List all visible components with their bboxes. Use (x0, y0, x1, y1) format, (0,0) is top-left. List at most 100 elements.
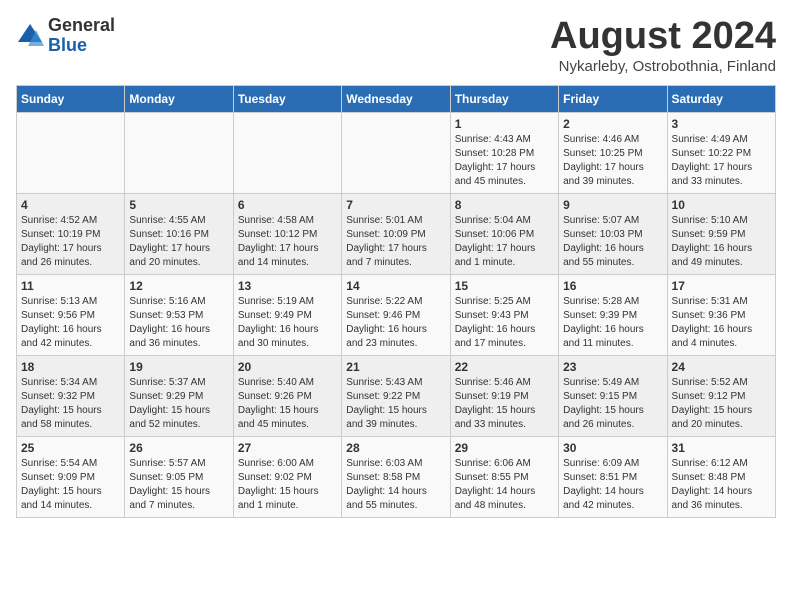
day-info: Sunrise: 5:46 AM Sunset: 9:19 PM Dayligh… (455, 376, 554, 432)
calendar-cell: 8Sunrise: 5:04 AM Sunset: 10:06 PM Dayli… (450, 193, 558, 274)
day-number: 3 (672, 117, 771, 131)
day-info: Sunrise: 5:01 AM Sunset: 10:09 PM Daylig… (346, 214, 445, 270)
calendar-cell: 23 Sunrise: 5:49 AM Sunset: 9:15 PM Dayli… (559, 355, 667, 436)
day-number: 12 (129, 279, 228, 293)
day-info: Sunrise: 5:10 AM Sunset: 9:59 PM Dayligh… (672, 214, 771, 270)
calendar-cell: 11 Sunrise: 5:13 AM Sunset: 9:56 PM Dayli… (17, 274, 125, 355)
logo-blue: Blue (48, 36, 115, 56)
calendar-cell: 27Sunrise: 6:00 AM Sunset: 9:02 PM Dayli… (233, 436, 341, 517)
day-info: Sunrise: 4:52 AM Sunset: 10:19 PM Daylig… (21, 214, 120, 270)
calendar-cell: 4 Sunrise: 4:52 AM Sunset: 10:19 PM Dayli… (17, 193, 125, 274)
calendar-cell: 25 Sunrise: 5:54 AM Sunset: 9:09 PM Dayli… (17, 436, 125, 517)
calendar-table: Sunday Monday Tuesday Wednesday Thursday… (16, 85, 776, 518)
calendar-cell: 19 Sunrise: 5:37 AM Sunset: 9:29 PM Dayli… (125, 355, 233, 436)
calendar-cell (233, 112, 341, 193)
day-number: 9 (563, 198, 662, 212)
calendar-header: Sunday Monday Tuesday Wednesday Thursday… (17, 85, 776, 112)
day-number: 4 (21, 198, 120, 212)
day-info: Sunrise: 4:46 AM Sunset: 10:25 PM Daylig… (563, 133, 662, 189)
day-info: Sunrise: 6:03 AM Sunset: 8:58 PM Dayligh… (346, 457, 445, 513)
col-tuesday: Tuesday (233, 85, 341, 112)
day-number: 15 (455, 279, 554, 293)
calendar-cell: 28 Sunrise: 6:03 AM Sunset: 8:58 PM Dayli… (342, 436, 450, 517)
calendar-cell: 5 Sunrise: 4:55 AM Sunset: 10:16 PM Dayli… (125, 193, 233, 274)
col-saturday: Saturday (667, 85, 775, 112)
calendar-cell: 20Sunrise: 5:40 AM Sunset: 9:26 PM Dayli… (233, 355, 341, 436)
day-info: Sunrise: 5:19 AM Sunset: 9:49 PM Dayligh… (238, 295, 337, 351)
calendar-cell: 9 Sunrise: 5:07 AM Sunset: 10:03 PM Dayli… (559, 193, 667, 274)
day-number: 19 (129, 360, 228, 374)
day-number: 17 (672, 279, 771, 293)
day-number: 23 (563, 360, 662, 374)
logo-icon (16, 22, 44, 50)
day-info: Sunrise: 5:49 AM Sunset: 9:15 PM Dayligh… (563, 376, 662, 432)
logo: General Blue (16, 16, 115, 56)
calendar-cell: 13Sunrise: 5:19 AM Sunset: 9:49 PM Dayli… (233, 274, 341, 355)
day-info: Sunrise: 5:34 AM Sunset: 9:32 PM Dayligh… (21, 376, 120, 432)
calendar-week-1: 1 Sunrise: 4:43 AM Sunset: 10:28 PM Dayli… (17, 112, 776, 193)
day-info: Sunrise: 6:12 AM Sunset: 8:48 PM Dayligh… (672, 457, 771, 513)
calendar-cell: 1 Sunrise: 4:43 AM Sunset: 10:28 PM Dayli… (450, 112, 558, 193)
calendar-cell: 24Sunrise: 5:52 AM Sunset: 9:12 PM Dayli… (667, 355, 775, 436)
calendar-cell: 7 Sunrise: 5:01 AM Sunset: 10:09 PM Dayli… (342, 193, 450, 274)
calendar-cell: 30 Sunrise: 6:09 AM Sunset: 8:51 PM Dayli… (559, 436, 667, 517)
calendar-cell (125, 112, 233, 193)
day-info: Sunrise: 5:28 AM Sunset: 9:39 PM Dayligh… (563, 295, 662, 351)
day-info: Sunrise: 5:04 AM Sunset: 10:06 PM Daylig… (455, 214, 554, 270)
location-subtitle: Nykarleby, Ostrobothnia, Finland (550, 58, 776, 75)
calendar-cell: 10 Sunrise: 5:10 AM Sunset: 9:59 PM Dayli… (667, 193, 775, 274)
calendar-cell: 31Sunrise: 6:12 AM Sunset: 8:48 PM Dayli… (667, 436, 775, 517)
day-info: Sunrise: 6:09 AM Sunset: 8:51 PM Dayligh… (563, 457, 662, 513)
calendar-cell: 2Sunrise: 4:46 AM Sunset: 10:25 PM Dayli… (559, 112, 667, 193)
day-number: 11 (21, 279, 120, 293)
col-thursday: Thursday (450, 85, 558, 112)
title-block: August 2024 Nykarleby, Ostrobothnia, Fin… (550, 16, 776, 75)
day-number: 24 (672, 360, 771, 374)
calendar-cell: 3Sunrise: 4:49 AM Sunset: 10:22 PM Dayli… (667, 112, 775, 193)
day-number: 10 (672, 198, 771, 212)
calendar-cell: 16 Sunrise: 5:28 AM Sunset: 9:39 PM Dayli… (559, 274, 667, 355)
calendar-cell: 21Sunrise: 5:43 AM Sunset: 9:22 PM Dayli… (342, 355, 450, 436)
day-info: Sunrise: 4:58 AM Sunset: 10:12 PM Daylig… (238, 214, 337, 270)
col-sunday: Sunday (17, 85, 125, 112)
day-info: Sunrise: 5:54 AM Sunset: 9:09 PM Dayligh… (21, 457, 120, 513)
calendar-cell: 6Sunrise: 4:58 AM Sunset: 10:12 PM Dayli… (233, 193, 341, 274)
calendar-week-4: 18Sunrise: 5:34 AM Sunset: 9:32 PM Dayli… (17, 355, 776, 436)
calendar-cell: 12Sunrise: 5:16 AM Sunset: 9:53 PM Dayli… (125, 274, 233, 355)
col-monday: Monday (125, 85, 233, 112)
day-info: Sunrise: 5:22 AM Sunset: 9:46 PM Dayligh… (346, 295, 445, 351)
logo-general: General (48, 16, 115, 36)
calendar-week-5: 25 Sunrise: 5:54 AM Sunset: 9:09 PM Dayli… (17, 436, 776, 517)
calendar-cell: 18Sunrise: 5:34 AM Sunset: 9:32 PM Dayli… (17, 355, 125, 436)
calendar-cell (342, 112, 450, 193)
day-number: 28 (346, 441, 445, 455)
day-number: 30 (563, 441, 662, 455)
day-number: 22 (455, 360, 554, 374)
day-number: 7 (346, 198, 445, 212)
day-info: Sunrise: 5:31 AM Sunset: 9:36 PM Dayligh… (672, 295, 771, 351)
day-number: 5 (129, 198, 228, 212)
day-number: 25 (21, 441, 120, 455)
day-info: Sunrise: 5:37 AM Sunset: 9:29 PM Dayligh… (129, 376, 228, 432)
day-info: Sunrise: 5:40 AM Sunset: 9:26 PM Dayligh… (238, 376, 337, 432)
day-info: Sunrise: 4:55 AM Sunset: 10:16 PM Daylig… (129, 214, 228, 270)
calendar-cell: 14Sunrise: 5:22 AM Sunset: 9:46 PM Dayli… (342, 274, 450, 355)
day-info: Sunrise: 4:43 AM Sunset: 10:28 PM Daylig… (455, 133, 554, 189)
day-number: 16 (563, 279, 662, 293)
day-info: Sunrise: 5:07 AM Sunset: 10:03 PM Daylig… (563, 214, 662, 270)
day-info: Sunrise: 6:06 AM Sunset: 8:55 PM Dayligh… (455, 457, 554, 513)
calendar-week-2: 4 Sunrise: 4:52 AM Sunset: 10:19 PM Dayli… (17, 193, 776, 274)
calendar-cell: 26Sunrise: 5:57 AM Sunset: 9:05 PM Dayli… (125, 436, 233, 517)
day-number: 26 (129, 441, 228, 455)
calendar-cell (17, 112, 125, 193)
day-info: Sunrise: 5:25 AM Sunset: 9:43 PM Dayligh… (455, 295, 554, 351)
calendar-cell: 15 Sunrise: 5:25 AM Sunset: 9:43 PM Dayli… (450, 274, 558, 355)
calendar-week-3: 11 Sunrise: 5:13 AM Sunset: 9:56 PM Dayli… (17, 274, 776, 355)
day-number: 1 (455, 117, 554, 131)
day-info: Sunrise: 5:13 AM Sunset: 9:56 PM Dayligh… (21, 295, 120, 351)
header-row: Sunday Monday Tuesday Wednesday Thursday… (17, 85, 776, 112)
day-number: 27 (238, 441, 337, 455)
calendar-cell: 29Sunrise: 6:06 AM Sunset: 8:55 PM Dayli… (450, 436, 558, 517)
day-info: Sunrise: 5:43 AM Sunset: 9:22 PM Dayligh… (346, 376, 445, 432)
calendar-body: 1 Sunrise: 4:43 AM Sunset: 10:28 PM Dayli… (17, 112, 776, 517)
